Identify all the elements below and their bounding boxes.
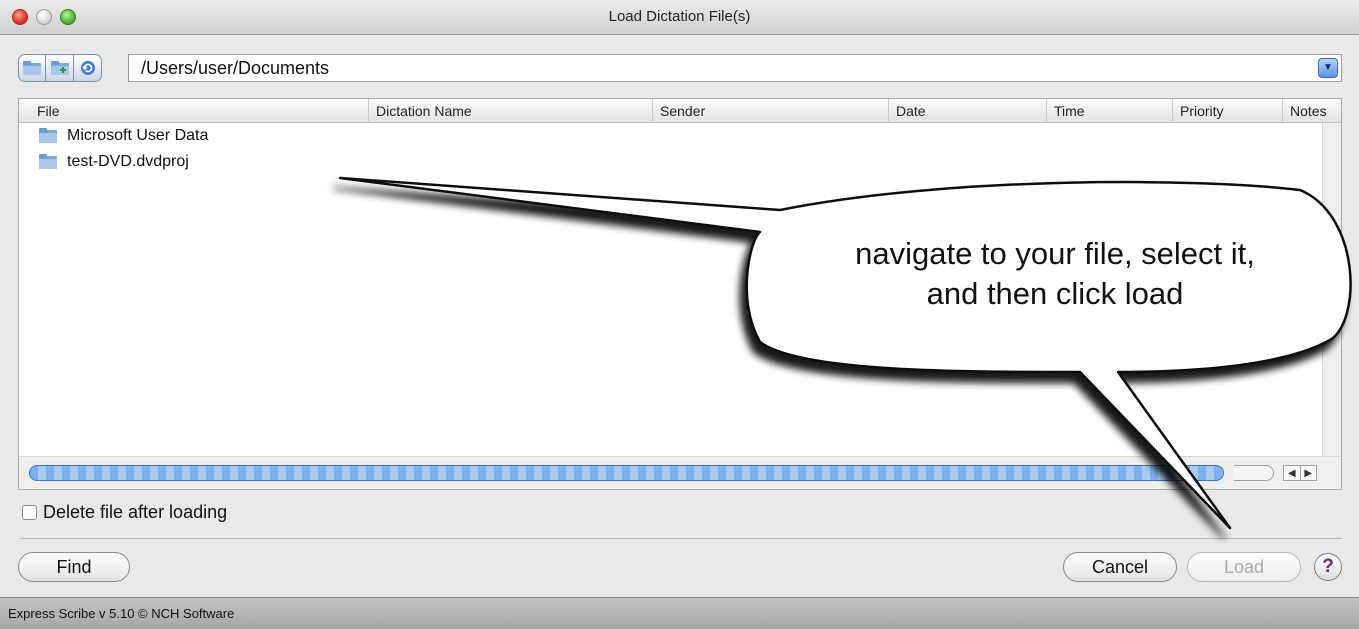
horizontal-scroll-thumb[interactable]	[29, 465, 1224, 481]
find-button[interactable]: Find	[18, 552, 130, 582]
file-name: Microsoft User Data	[67, 127, 209, 144]
parent-folder-button[interactable]	[18, 54, 46, 82]
divider	[20, 538, 1342, 539]
cancel-button[interactable]: Cancel	[1063, 552, 1177, 582]
folder-icon	[23, 61, 41, 75]
chevron-down-icon: ▼	[1323, 62, 1333, 73]
load-button[interactable]: Load	[1187, 552, 1301, 582]
load-dictation-dialog: Load Dictation File(s) /Users/user/Docum…	[0, 0, 1359, 629]
column-header-sender[interactable]: Sender	[653, 99, 889, 123]
navigation-toolbar	[18, 54, 102, 84]
title-bar: Load Dictation File(s)	[0, 0, 1359, 35]
delete-after-loading-option[interactable]: Delete file after loading	[22, 500, 227, 524]
horizontal-scroll-track-end	[1234, 465, 1274, 481]
callout-line-2: and then click load	[926, 276, 1184, 311]
scroll-left-arrow-icon[interactable]: ◀	[1283, 465, 1301, 481]
file-row[interactable]: test-DVD.dvdproj	[39, 151, 189, 173]
path-dropdown-button[interactable]: ▼	[1318, 58, 1338, 78]
help-icon: ?	[1322, 556, 1334, 577]
path-value: /Users/user/Documents	[141, 58, 330, 78]
file-row[interactable]: Microsoft User Data	[39, 125, 208, 147]
scroll-right-arrow-icon[interactable]: ▶	[1300, 465, 1317, 481]
column-header-date[interactable]: Date	[889, 99, 1047, 123]
folder-icon	[39, 127, 57, 143]
file-list-header: File Dictation Name Sender Date Time Pri…	[19, 99, 1341, 123]
column-header-priority[interactable]: Priority	[1173, 99, 1283, 123]
column-header-dictation-name[interactable]: Dictation Name	[369, 99, 653, 123]
status-text: Express Scribe v 5.10 © NCH Software	[8, 606, 235, 621]
window-title: Load Dictation File(s)	[608, 8, 751, 25]
column-header-time[interactable]: Time	[1047, 99, 1173, 123]
new-folder-button[interactable]	[46, 54, 74, 82]
new-folder-icon	[50, 61, 69, 75]
refresh-icon	[80, 61, 95, 75]
column-header-notes[interactable]: Notes	[1283, 99, 1343, 123]
refresh-button[interactable]	[74, 54, 102, 82]
status-bar: Express Scribe v 5.10 © NCH Software	[0, 597, 1359, 629]
file-name: test-DVD.dvdproj	[67, 153, 189, 170]
horizontal-scrollbar[interactable]: ◀ ▶	[19, 456, 1341, 489]
path-combobox[interactable]: /Users/user/Documents ▼	[128, 54, 1342, 82]
column-header-file[interactable]: File	[19, 99, 369, 123]
callout-line-1: navigate to your file, select it,	[855, 236, 1255, 271]
delete-after-loading-label: Delete file after loading	[43, 501, 228, 522]
horizontal-scroll-arrows: ◀ ▶	[1283, 465, 1317, 481]
delete-after-loading-checkbox[interactable]	[22, 504, 37, 520]
help-button[interactable]: ?	[1314, 553, 1342, 581]
callout-text: navigate to your file, select it, and th…	[775, 234, 1335, 314]
folder-icon	[39, 153, 57, 169]
